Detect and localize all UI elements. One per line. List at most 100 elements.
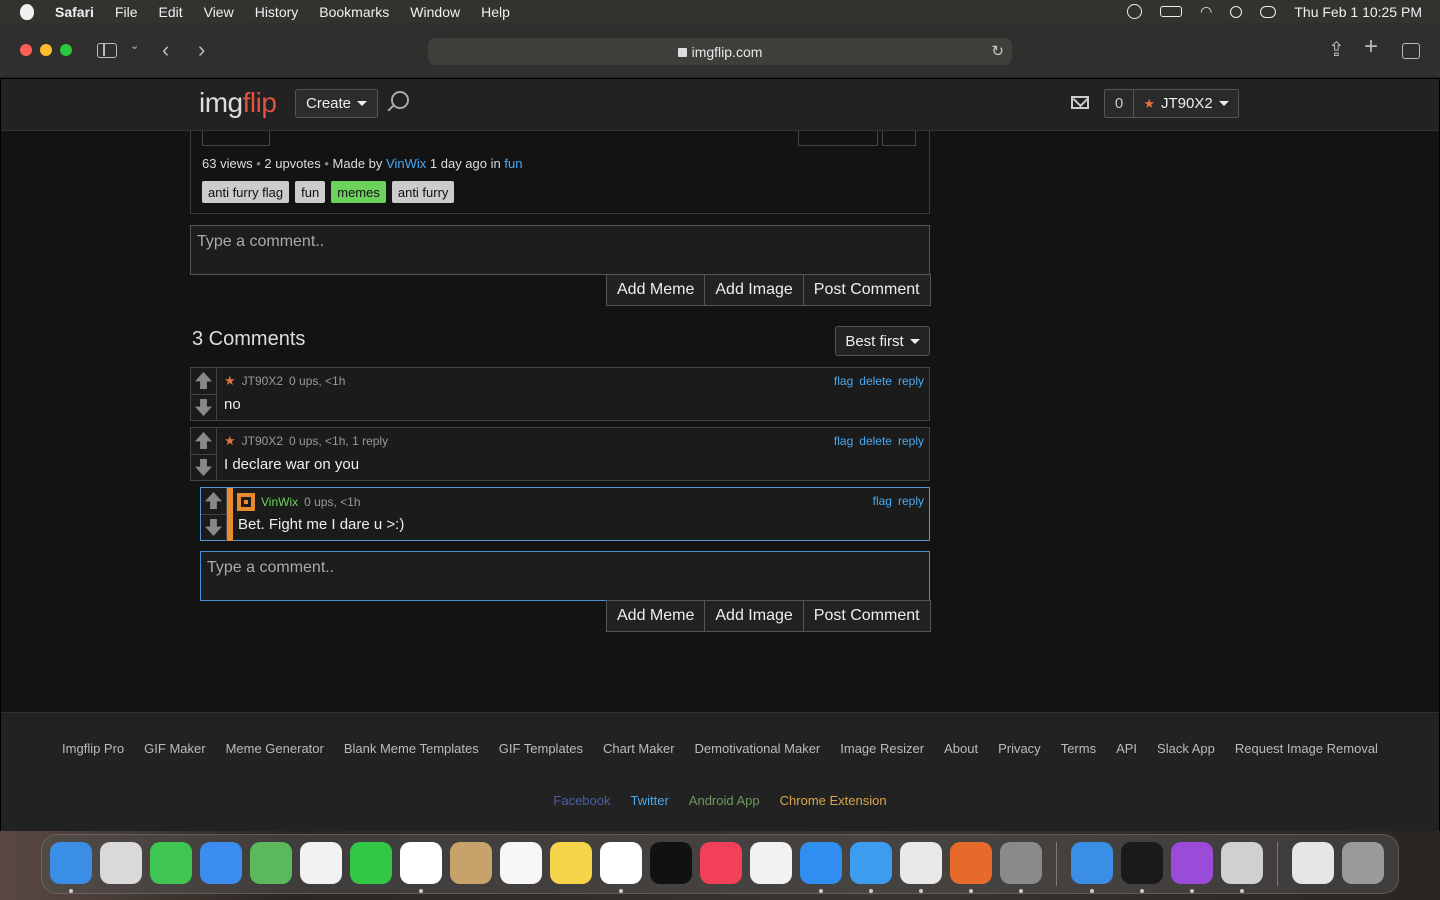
firefox-icon[interactable] <box>950 842 992 893</box>
chrome-extension-link[interactable]: Chrome Extension <box>780 793 887 808</box>
reminders-icon[interactable] <box>500 842 542 884</box>
address-bar[interactable]: imgflip.com ↻ <box>428 38 1012 65</box>
messages-icon[interactable] <box>150 842 192 884</box>
new-tab-icon[interactable]: + <box>1364 33 1378 61</box>
terminal-icon[interactable] <box>1121 842 1163 893</box>
tag-link[interactable]: memes <box>331 181 386 203</box>
footer-link[interactable]: Slack App <box>1157 741 1215 756</box>
notes-icon[interactable] <box>550 842 592 884</box>
sidebar-toggle-icon[interactable] <box>97 43 117 58</box>
now-playing-icon[interactable] <box>1127 4 1143 19</box>
calendar-icon[interactable] <box>400 842 442 893</box>
tag-link[interactable]: fun <box>295 181 326 203</box>
footer-link[interactable]: Request Image Removal <box>1235 741 1378 756</box>
add-meme-button[interactable]: Add Meme <box>606 600 706 632</box>
chrome-icon[interactable] <box>900 842 942 893</box>
music-icon[interactable] <box>700 842 742 884</box>
photos-icon[interactable] <box>300 842 342 884</box>
footer-link[interactable]: API <box>1116 741 1137 756</box>
reply-textarea[interactable]: Type a comment.. <box>200 551 930 601</box>
comment-textarea[interactable]: Type a comment.. <box>190 225 930 275</box>
flag-link[interactable]: flag <box>834 434 853 448</box>
battery-icon[interactable] <box>1160 6 1183 17</box>
mail-app-icon[interactable] <box>200 842 242 884</box>
menu-window[interactable]: Window <box>410 4 460 20</box>
menubar-clock[interactable]: Thu Feb 1 10:25 PM <box>1294 4 1422 20</box>
footer-link[interactable]: Image Resizer <box>840 741 924 756</box>
footer-link[interactable]: GIF Maker <box>144 741 205 756</box>
apple-tv-icon[interactable] <box>650 842 692 884</box>
flag-link[interactable]: flag <box>873 494 892 508</box>
chevron-down-icon[interactable]: ⌄ <box>130 39 139 52</box>
delete-link[interactable]: delete <box>859 434 892 448</box>
document-thumbnail-icon[interactable] <box>1292 842 1334 884</box>
create-menu-button[interactable]: Create <box>295 89 379 118</box>
footer-link[interactable]: Meme Generator <box>226 741 324 756</box>
footer-link[interactable]: Privacy <box>998 741 1041 756</box>
footer-link[interactable]: About <box>944 741 978 756</box>
add-meme-button[interactable]: Add Meme <box>606 274 706 306</box>
tag-link[interactable]: anti furry <box>391 181 455 203</box>
facebook-link[interactable]: Facebook <box>553 793 610 808</box>
android-app-link[interactable]: Android App <box>689 793 760 808</box>
footer-link[interactable]: GIF Templates <box>499 741 583 756</box>
sort-comments-button[interactable]: Best first <box>835 326 930 356</box>
points-badge[interactable]: 0 <box>1104 89 1134 118</box>
minimize-window-button[interactable] <box>40 44 52 56</box>
downvote-arrow-icon[interactable] <box>195 399 212 416</box>
podcasts-icon[interactable] <box>1171 842 1213 893</box>
zoom-window-button[interactable] <box>60 44 72 56</box>
post-share-buttons[interactable] <box>798 129 918 146</box>
footer-link[interactable]: Terms <box>1061 741 1096 756</box>
delete-link[interactable]: delete <box>859 374 892 388</box>
reply-link[interactable]: reply <box>898 374 924 388</box>
reply-link[interactable]: reply <box>898 494 924 508</box>
system-settings-icon[interactable] <box>1000 842 1042 893</box>
footer-link[interactable]: Imgflip Pro <box>62 741 124 756</box>
close-window-button[interactable] <box>20 44 32 56</box>
post-comment-button[interactable]: Post Comment <box>802 274 931 306</box>
tab-overview-icon[interactable] <box>1402 43 1420 59</box>
facetime-icon[interactable] <box>350 842 392 884</box>
finder-icon[interactable] <box>50 842 92 893</box>
menu-help[interactable]: Help <box>481 4 510 20</box>
launchpad-icon[interactable] <box>100 842 142 884</box>
flag-link[interactable]: flag <box>834 374 853 388</box>
upvote-arrow-icon[interactable] <box>195 432 212 449</box>
upvote-arrow-icon[interactable] <box>205 492 222 509</box>
control-center-icon[interactable] <box>1260 5 1277 18</box>
freeform-icon[interactable] <box>600 842 642 893</box>
forward-button[interactable]: › <box>198 37 205 63</box>
maps-icon[interactable] <box>250 842 292 884</box>
footer-link[interactable]: Demotivational Maker <box>695 741 821 756</box>
post-vote-buttons[interactable] <box>202 129 270 146</box>
reply-link[interactable]: reply <box>898 434 924 448</box>
spotlight-search-icon[interactable] <box>1230 5 1243 18</box>
imgflip-logo[interactable]: imgflip <box>199 87 277 119</box>
post-author-link[interactable]: VinWix <box>386 156 426 171</box>
safari-icon[interactable] <box>850 842 892 893</box>
app-store-icon[interactable] <box>800 842 842 893</box>
post-comment-button[interactable]: Post Comment <box>802 600 931 632</box>
menu-file[interactable]: File <box>115 4 138 20</box>
twitter-link[interactable]: Twitter <box>631 793 669 808</box>
downvote-arrow-icon[interactable] <box>195 459 212 476</box>
footer-link[interactable]: Chart Maker <box>603 741 675 756</box>
reload-icon[interactable]: ↻ <box>991 42 1004 60</box>
post-stream-link[interactable]: fun <box>504 156 522 171</box>
comment-username[interactable]: JT90X2 <box>242 434 283 448</box>
notifications-mail-icon[interactable] <box>1071 96 1089 109</box>
xcode-tools-icon[interactable] <box>1071 842 1113 893</box>
preview-icon[interactable] <box>1221 842 1263 893</box>
comment-username[interactable]: VinWix <box>261 495 298 509</box>
search-icon[interactable] <box>391 91 409 109</box>
share-icon[interactable]: ⇪ <box>1328 37 1345 62</box>
tag-link[interactable]: anti furry flag <box>202 181 290 203</box>
upvote-arrow-icon[interactable] <box>195 372 212 389</box>
add-image-button[interactable]: Add Image <box>704 600 804 632</box>
user-menu-button[interactable]: ★ JT90X2 <box>1133 89 1239 118</box>
menu-edit[interactable]: Edit <box>158 4 182 20</box>
wifi-icon[interactable]: ◠ <box>1200 3 1212 20</box>
add-image-button[interactable]: Add Image <box>704 274 804 306</box>
menu-view[interactable]: View <box>204 4 234 20</box>
